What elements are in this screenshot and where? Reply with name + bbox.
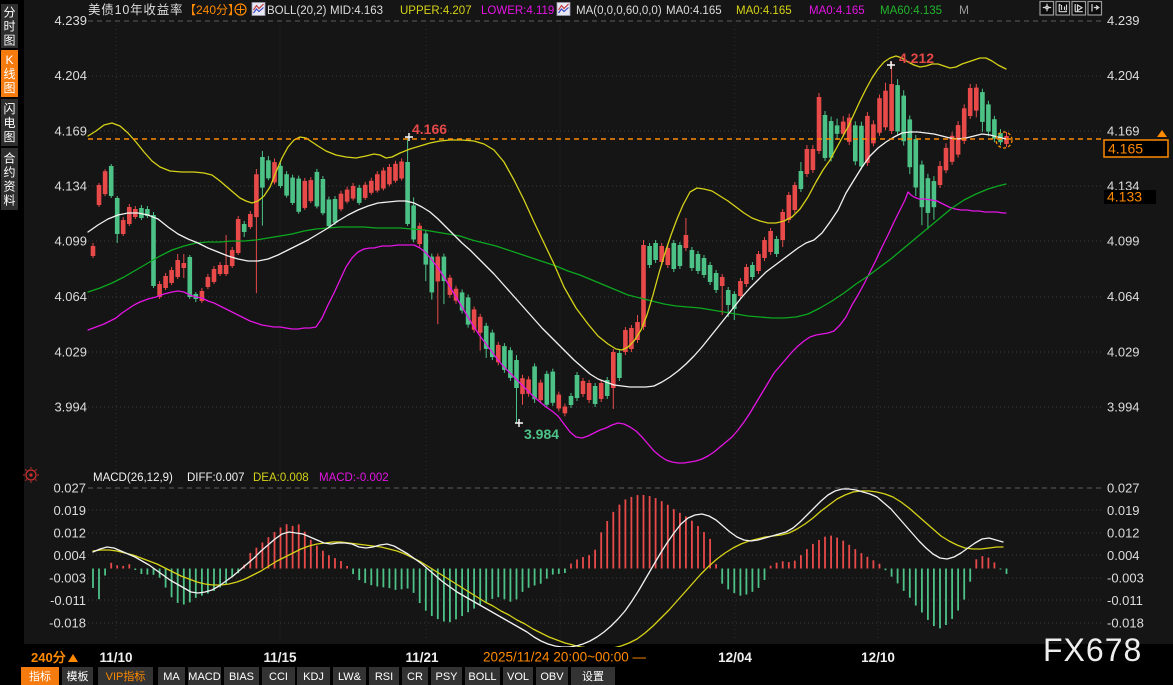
svg-text:图: 图 <box>3 81 15 95</box>
svg-text:3.994: 3.994 <box>54 400 87 415</box>
svg-text:11/21: 11/21 <box>405 650 439 665</box>
svg-text:11/15: 11/15 <box>263 650 297 665</box>
svg-text:-0.011: -0.011 <box>50 593 86 608</box>
svg-text:K: K <box>5 53 13 67</box>
svg-text:2025/11/24 20:00~00:00 —: 2025/11/24 20:00~00:00 — <box>483 650 647 665</box>
svg-text:UPPER:4.207: UPPER:4.207 <box>400 5 472 17</box>
svg-text:12/10: 12/10 <box>861 650 895 665</box>
svg-text:4.099: 4.099 <box>1107 234 1140 249</box>
svg-text:KDJ: KDJ <box>303 671 324 683</box>
svg-text:11/10: 11/10 <box>99 650 132 665</box>
svg-text:MID:4.163: MID:4.163 <box>330 5 383 17</box>
svg-text:【240分】: 【240分】 <box>184 3 240 17</box>
svg-text:-0.003: -0.003 <box>1107 571 1144 586</box>
svg-text:4.029: 4.029 <box>1107 345 1140 360</box>
svg-text:OBV: OBV <box>540 671 564 683</box>
svg-text:MACD:-0.002: MACD:-0.002 <box>319 472 389 484</box>
svg-text:MA0:4.165: MA0:4.165 <box>809 5 865 17</box>
svg-text:LW&: LW& <box>338 671 362 683</box>
svg-text:4.029: 4.029 <box>54 345 87 360</box>
svg-text:3.984: 3.984 <box>524 426 559 442</box>
svg-text:设置: 设置 <box>582 670 604 683</box>
svg-text:0.012: 0.012 <box>53 526 86 541</box>
svg-text:MA: MA <box>163 671 180 683</box>
svg-text:0.019: 0.019 <box>53 503 86 518</box>
svg-text:闪: 闪 <box>3 102 15 116</box>
svg-text:线: 线 <box>3 67 15 81</box>
svg-text:-0.011: -0.011 <box>1107 593 1143 608</box>
svg-text:4.064: 4.064 <box>1107 289 1140 304</box>
svg-text:料: 料 <box>3 194 15 208</box>
svg-text:4.212: 4.212 <box>899 50 934 66</box>
svg-text:4.134: 4.134 <box>54 179 87 194</box>
svg-text:约: 约 <box>3 165 15 180</box>
svg-text:BIAS: BIAS <box>229 671 254 683</box>
svg-text:M: M <box>959 3 969 17</box>
svg-text:MA60:4.135: MA60:4.135 <box>880 5 942 17</box>
svg-text:4.204: 4.204 <box>54 68 87 83</box>
svg-text:240分: 240分 <box>31 650 66 665</box>
svg-text:MA(0,0,0,60,0,0): MA(0,0,0,60,0,0) <box>576 5 662 17</box>
svg-text:4.099: 4.099 <box>54 234 87 249</box>
svg-text:LOWER:4.119: LOWER:4.119 <box>481 5 554 17</box>
svg-text:时: 时 <box>3 20 15 34</box>
svg-text:MACD: MACD <box>188 671 220 683</box>
svg-text:0.027: 0.027 <box>1107 481 1140 496</box>
svg-text:0.027: 0.027 <box>53 481 86 496</box>
svg-text:合: 合 <box>3 151 15 166</box>
svg-text:-0.018: -0.018 <box>49 616 86 631</box>
svg-text:DEA:0.008: DEA:0.008 <box>253 472 309 484</box>
svg-text:模板: 模板 <box>67 669 89 683</box>
svg-text:MA0:4.165: MA0:4.165 <box>736 5 792 17</box>
svg-text:资: 资 <box>3 180 15 194</box>
svg-text:4.169: 4.169 <box>1107 124 1140 139</box>
svg-text:0.004: 0.004 <box>1107 548 1140 563</box>
svg-text:电: 电 <box>3 116 15 130</box>
svg-text:BOLL(20,2): BOLL(20,2) <box>267 5 327 17</box>
svg-text:0.019: 0.019 <box>1107 503 1140 518</box>
svg-text:0.004: 0.004 <box>53 548 86 563</box>
svg-text:3.994: 3.994 <box>1107 400 1140 415</box>
svg-text:VIP指标: VIP指标 <box>106 669 146 683</box>
svg-text:MA0:4.165: MA0:4.165 <box>666 5 722 17</box>
svg-text:指标: 指标 <box>29 669 51 683</box>
svg-text:图: 图 <box>3 130 15 144</box>
svg-text:RSI: RSI <box>375 671 393 683</box>
svg-text:PSY: PSY <box>435 671 458 683</box>
svg-text:4.239: 4.239 <box>1107 13 1140 28</box>
svg-text:0.012: 0.012 <box>1107 526 1140 541</box>
svg-text:图: 图 <box>3 34 15 48</box>
svg-text:-0.003: -0.003 <box>49 571 86 586</box>
svg-text:4.165: 4.165 <box>1108 141 1143 157</box>
svg-text:FX678: FX678 <box>1043 632 1142 668</box>
svg-text:4.166: 4.166 <box>412 121 447 137</box>
svg-text:4.239: 4.239 <box>54 13 87 28</box>
svg-text:4.169: 4.169 <box>54 124 87 139</box>
svg-text:-0.018: -0.018 <box>1107 616 1144 631</box>
svg-text:DIFF:0.007: DIFF:0.007 <box>187 472 245 484</box>
svg-text:4.064: 4.064 <box>54 289 87 304</box>
svg-text:美债10年收益率: 美债10年收益率 <box>88 2 183 17</box>
svg-text:4.133: 4.133 <box>1107 189 1142 205</box>
svg-text:CR: CR <box>407 671 423 683</box>
svg-text:4.204: 4.204 <box>1107 68 1140 83</box>
svg-text:BOLL: BOLL <box>468 671 496 683</box>
svg-text:CCI: CCI <box>269 671 288 683</box>
svg-text:MACD(26,12,9): MACD(26,12,9) <box>93 472 173 484</box>
svg-text:分: 分 <box>3 6 15 20</box>
svg-text:12/04: 12/04 <box>718 650 752 665</box>
svg-text:VOL: VOL <box>507 671 529 683</box>
